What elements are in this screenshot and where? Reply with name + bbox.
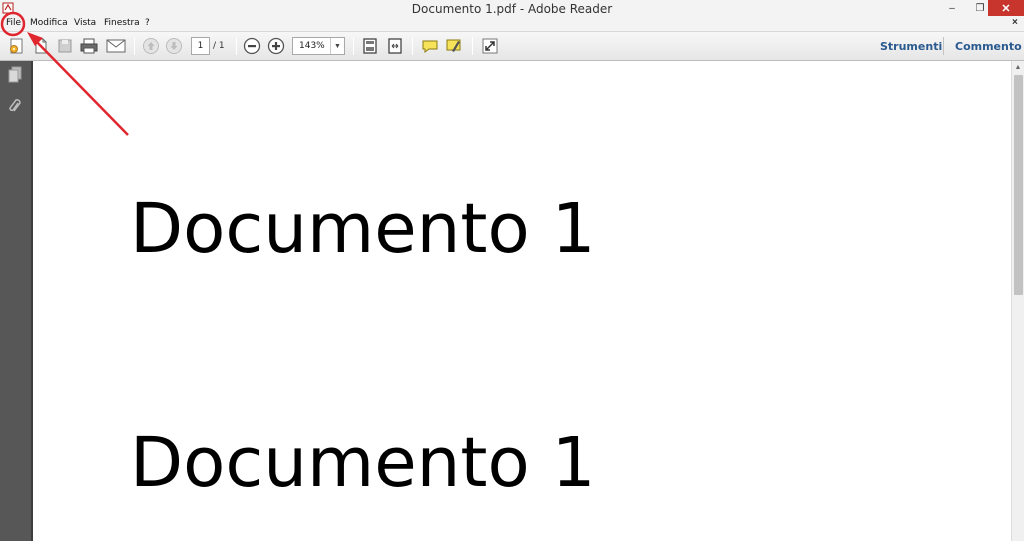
menu-bar: File Modifica Vista Finestra ? ×	[0, 16, 1024, 32]
save-icon	[58, 39, 72, 53]
fullscreen-icon	[482, 38, 498, 54]
menu-modifica[interactable]: Modifica	[30, 18, 68, 28]
zoom-in-icon	[267, 37, 285, 55]
zoom-value: 143%	[299, 41, 325, 51]
scroll-thumb[interactable]	[1014, 75, 1023, 295]
page-number-input[interactable]: 1	[191, 37, 210, 55]
navigation-panel	[0, 61, 31, 541]
fit-page-button[interactable]	[360, 36, 380, 56]
pages-icon	[8, 66, 22, 83]
attachment-icon	[9, 99, 21, 112]
document-text: Documento 1	[130, 423, 596, 503]
document-view[interactable]: Documento 1 Documento 1	[31, 61, 1011, 541]
minimize-button[interactable]: –	[938, 0, 966, 16]
fit-width-icon	[388, 38, 402, 54]
create-pdf-icon	[10, 38, 23, 54]
separator	[353, 37, 354, 55]
print-icon	[80, 38, 98, 54]
zoom-out-icon	[243, 37, 261, 55]
menu-help[interactable]: ?	[145, 18, 150, 28]
next-page-icon	[166, 38, 182, 54]
create-pdf-button[interactable]	[7, 36, 27, 56]
next-page-button[interactable]	[164, 36, 184, 56]
window-title: Documento 1.pdf - Adobe Reader	[411, 2, 613, 16]
page-total: / 1	[213, 41, 225, 51]
fullscreen-button[interactable]	[480, 36, 500, 56]
chevron-down-icon[interactable]: ▼	[330, 38, 344, 54]
separator	[412, 37, 413, 55]
zoom-out-button[interactable]	[242, 36, 262, 56]
toolbar: 1 / 1 143% ▼ Strumenti Commento	[0, 32, 1024, 61]
close-button[interactable]: ✕	[988, 0, 1024, 16]
pages-panel-button[interactable]	[5, 65, 25, 85]
attachments-panel-button[interactable]	[5, 97, 25, 117]
highlight-icon	[446, 39, 461, 52]
scroll-up-icon[interactable]: ▲	[1012, 61, 1024, 74]
menu-finestra[interactable]: Finestra	[104, 18, 140, 28]
comment-pane-link[interactable]: Commento	[955, 40, 1022, 53]
separator	[943, 37, 944, 55]
open-button[interactable]	[31, 36, 51, 56]
document-text: Documento 1	[130, 189, 596, 269]
separator	[236, 37, 237, 55]
vertical-scrollbar[interactable]: ▲	[1011, 61, 1024, 541]
separator	[134, 37, 135, 55]
comment-button[interactable]	[420, 36, 440, 56]
zoom-in-button[interactable]	[266, 36, 286, 56]
highlight-button[interactable]	[444, 36, 464, 56]
tools-pane-link[interactable]: Strumenti	[880, 40, 942, 53]
prev-page-button[interactable]	[141, 36, 161, 56]
separator	[472, 37, 473, 55]
zoom-select[interactable]: 143% ▼	[292, 37, 345, 55]
fit-page-icon	[363, 38, 377, 54]
prev-page-icon	[143, 38, 159, 54]
title-bar: Documento 1.pdf - Adobe Reader – ❐ ✕	[0, 0, 1024, 16]
document-close-button[interactable]: ×	[1012, 17, 1018, 28]
save-button[interactable]	[55, 36, 75, 56]
email-button[interactable]	[104, 36, 128, 56]
menu-file[interactable]: File	[6, 18, 21, 28]
menu-vista[interactable]: Vista	[74, 18, 96, 28]
open-icon	[35, 38, 47, 54]
email-icon	[106, 39, 126, 53]
comment-icon	[422, 40, 438, 53]
print-button[interactable]	[79, 36, 99, 56]
fit-width-button[interactable]	[385, 36, 405, 56]
